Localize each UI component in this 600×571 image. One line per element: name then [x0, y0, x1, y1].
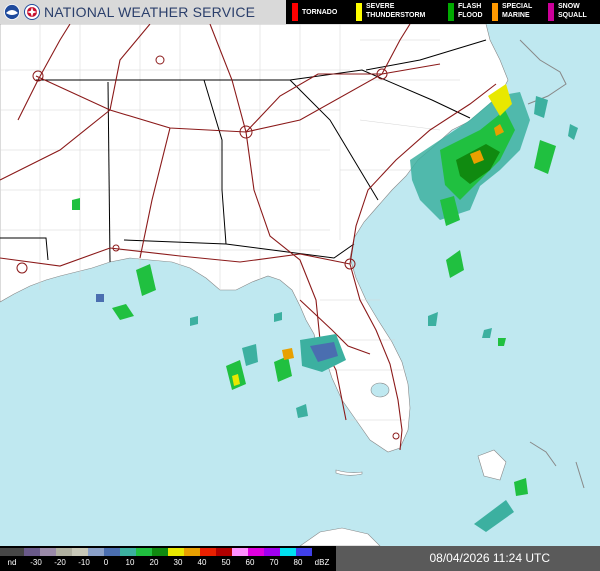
noaa-logo-icon: [4, 4, 20, 20]
header-bar: NATIONAL WEATHER SERVICE TORNADO SEVERE …: [0, 0, 600, 24]
legend-item-flash-flood: FLASH FLOOD: [448, 2, 498, 22]
dbz-swatch: [184, 548, 200, 556]
dbz-unit-label: dBZ: [314, 558, 330, 567]
dbz-label: -20: [54, 558, 66, 567]
dbz-swatch: [216, 548, 232, 556]
legend-item-special-marine: SPECIAL MARINE: [492, 2, 542, 22]
dbz-swatch: [248, 548, 264, 556]
lake-okeechobee: [370, 382, 390, 398]
florida-keys: [335, 469, 363, 476]
dbz-swatch: [72, 548, 88, 556]
dbz-color-scale: nd -30 -20 -10 0 10 20 30 40 50 60 70 80…: [0, 546, 336, 571]
dbz-label: 60: [245, 558, 255, 567]
dbz-label: 70: [269, 558, 279, 567]
outer-banks: [519, 39, 567, 105]
dbz-swatch: [120, 548, 136, 556]
timestamp: 08/04/2026 11:24 UTC: [429, 551, 550, 565]
dbz-swatch: [56, 548, 72, 556]
legend-item-severe-thunderstorm: SEVERE THUNDERSTORM: [356, 2, 436, 22]
legend-swatch-flash-flood: [448, 3, 454, 21]
dbz-swatch: [40, 548, 56, 556]
dbz-swatch: [264, 548, 280, 556]
legend-label-severe-thunderstorm: SEVERE THUNDERSTORM: [366, 3, 426, 19]
dbz-label: 20: [149, 558, 159, 567]
dbz-swatch: [152, 548, 168, 556]
radar-echo-bahamas: [474, 478, 528, 532]
legend-swatch-snow-squall: [548, 3, 554, 21]
header-title: NATIONAL WEATHER SERVICE: [44, 4, 256, 20]
bahamas-andros: [477, 449, 507, 481]
dbz-swatch: [88, 548, 104, 556]
legend-item-tornado: TORNADO: [292, 2, 352, 22]
dbz-swatch: [168, 548, 184, 556]
dbz-label: 30: [173, 558, 183, 567]
map-canvas: [0, 24, 585, 546]
land-mass: [0, 24, 509, 453]
legend-swatch-severe-thunderstorm: [356, 3, 362, 21]
legend-swatch-tornado: [292, 3, 298, 21]
legend-label-special-marine: SPECIAL MARINE: [502, 3, 533, 19]
dbz-swatch: [200, 548, 216, 556]
dbz-swatch-nd: [0, 548, 24, 556]
legend-swatch-special-marine: [492, 3, 498, 21]
dbz-swatch: [104, 548, 120, 556]
dbz-label: -10: [78, 558, 90, 567]
nws-logo-icon: [24, 4, 40, 20]
legend-label-tornado: TORNADO: [302, 9, 338, 16]
dbz-swatch: [24, 548, 40, 556]
legend-label-snow-squall: SNOW SQUALL: [558, 3, 587, 19]
bahamas-eleuthera: [529, 441, 585, 489]
legend-label-flash-flood: FLASH FLOOD: [458, 3, 483, 19]
warning-legend: TORNADO SEVERE THUNDERSTORM FLASH FLOOD …: [286, 0, 600, 24]
footer-bar: nd -30 -20 -10 0 10 20 30 40 50 60 70 80…: [0, 546, 600, 571]
dbz-swatch: [280, 548, 296, 556]
dbz-label: 50: [221, 558, 231, 567]
legend-item-snow-squall: SNOW SQUALL: [548, 2, 598, 22]
dbz-label: nd: [7, 558, 17, 567]
dbz-swatch: [136, 548, 152, 556]
dbz-swatch: [232, 548, 248, 556]
radar-echo-atlantic: [428, 250, 506, 346]
dbz-label: 0: [103, 558, 109, 567]
dbz-label: -30: [30, 558, 42, 567]
dbz-label: 10: [125, 558, 135, 567]
radar-map[interactable]: [0, 24, 600, 546]
dbz-swatch: [296, 548, 312, 556]
dbz-label: 40: [197, 558, 207, 567]
cuba-north-coast: [299, 527, 381, 546]
radar-page: NATIONAL WEATHER SERVICE TORNADO SEVERE …: [0, 0, 600, 571]
dbz-label: 80: [293, 558, 303, 567]
